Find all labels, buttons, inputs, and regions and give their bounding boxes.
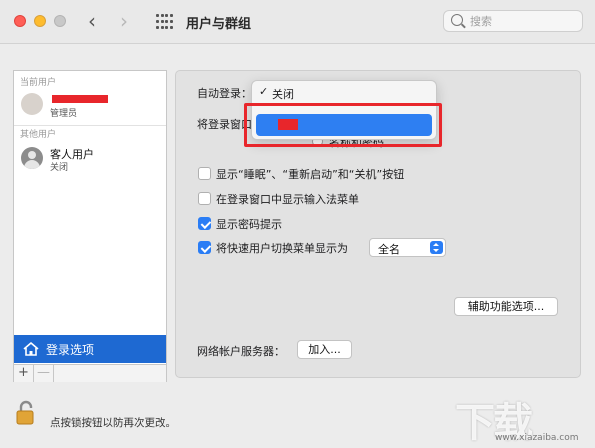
sidebar-toolbar: + — [14,364,166,382]
watermark: 下载 www.xiazaiba.com [455,390,590,448]
show-password-hints-label: 显示密码提示 [216,218,282,231]
show-buttons-checkbox[interactable] [198,167,211,180]
avatar [21,147,43,169]
divider [14,125,166,126]
lock-hint-text: 点按锁按钮以防再次更改。 [50,417,176,429]
lock-icon[interactable] [14,400,38,426]
title-bar: ‹ › 用户与群组 [0,0,595,44]
search-icon [451,14,463,26]
search-box[interactable] [443,10,583,32]
menu-item-off-label: 关闭 [272,88,294,101]
join-button[interactable]: 加入... [297,340,352,359]
chevron-left-icon[interactable]: ‹ [88,9,96,33]
fast-user-switch-checkbox[interactable] [198,241,211,254]
zoom-window-button[interactable] [54,15,66,27]
current-user-role: 管理员 [50,109,78,119]
select-arrows-icon [430,241,443,254]
fast-user-switch-label: 将快速用户切换菜单显示为 [216,242,348,255]
redacted-username [52,95,108,103]
watermark-small-text: www.xiazaiba.com [495,433,579,443]
menu-item-off[interactable]: ✓ 关闭 [256,84,432,104]
show-password-hints-checkbox[interactable] [198,217,211,230]
show-input-menu-checkbox[interactable] [198,192,211,205]
accessibility-options-button[interactable]: 辅助功能选项... [454,297,558,316]
guest-user-status: 关闭 [50,163,69,173]
sidebar-item-guest-user[interactable]: 客人用户 关闭 [14,143,166,179]
current-user-section-label: 当前用户 [20,78,57,88]
house-icon [23,342,39,356]
show-input-menu-label: 在登录窗口中显示输入法菜单 [216,193,359,206]
add-user-button[interactable]: + [14,365,34,382]
show-buttons-label: 显示“睡眠”、“重新启动”和“关机”按钮 [216,168,405,181]
avatar [21,93,43,115]
login-options-label: 登录选项 [46,343,95,357]
remove-user-button[interactable]: — [34,365,54,382]
users-sidebar: 当前用户 管理员 其他用户 客人用户 关闭 登录选项 + — [13,70,167,382]
other-users-section-label: 其他用户 [20,130,57,140]
fast-user-switch-select[interactable]: 全名 [369,238,446,257]
search-input[interactable] [470,13,578,29]
close-window-button[interactable] [14,15,26,27]
window-title: 用户与群组 [186,17,252,32]
sidebar-item-current-user[interactable]: 管理员 [14,89,166,125]
network-server-label: 网络帐户服务器： [197,345,285,358]
chevron-right-icon[interactable]: › [120,9,128,33]
checkmark-icon: ✓ [259,85,269,98]
sidebar-item-login-options[interactable]: 登录选项 [14,335,166,363]
minimize-window-button[interactable] [34,15,46,27]
grid-icon[interactable] [156,14,173,30]
auto-login-label: 自动登录： [197,87,252,100]
annotation-highlight-box [244,103,442,147]
fast-user-switch-value: 全名 [378,243,400,256]
